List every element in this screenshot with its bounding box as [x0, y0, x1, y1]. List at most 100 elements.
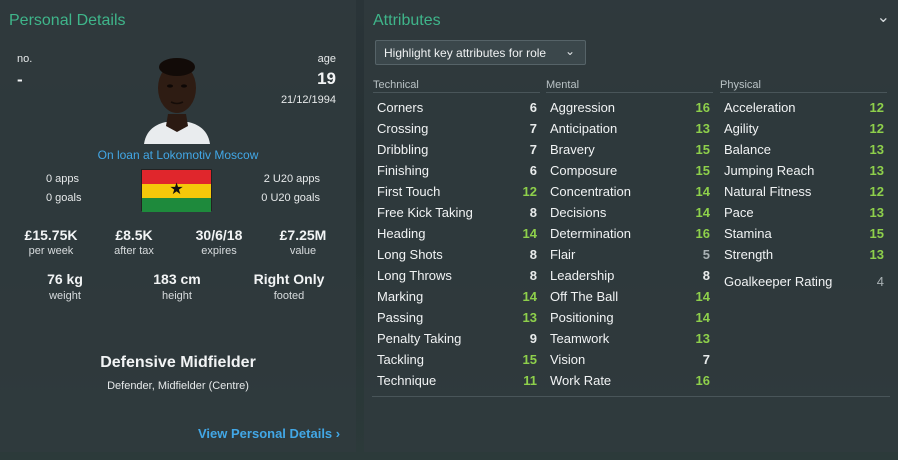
attribute-row[interactable]: Finishing 6 — [373, 160, 540, 181]
highlight-role-dropdown[interactable]: Highlight key attributes for role ⌄ — [375, 40, 586, 65]
attribute-name: Work Rate — [550, 373, 612, 388]
personal-details-panel: Personal Details no. - age 19 21/12/1994… — [0, 0, 356, 452]
attribute-row[interactable]: Balance 13 — [720, 139, 887, 160]
attribute-name: Dribbling — [377, 142, 429, 157]
attribute-row[interactable]: Aggression 16 — [546, 97, 713, 118]
view-personal-details-link[interactable]: View Personal Details › — [198, 426, 340, 441]
contract-expires-value: 30/6/18 — [195, 227, 243, 243]
attribute-row[interactable]: Long Throws 8 — [373, 265, 540, 286]
attribute-row[interactable]: First Touch 12 — [373, 181, 540, 202]
attribute-name: Crossing — [377, 121, 429, 136]
attributes-divider — [372, 396, 890, 397]
ghana-flag-icon: ★ — [141, 169, 212, 212]
chevron-down-icon: ⌄ — [564, 44, 575, 58]
date-of-birth: 21/12/1994 — [280, 94, 336, 106]
position-secondary: Defender, Midfielder (Centre) — [107, 380, 249, 392]
attribute-row[interactable]: Marking 14 — [373, 286, 540, 307]
attribute-name: Composure — [550, 163, 618, 178]
attribute-row[interactable]: Off The Ball 14 — [546, 286, 713, 307]
attribute-row[interactable]: Vision 7 — [546, 349, 713, 370]
attribute-value: 8 — [529, 205, 537, 220]
attribute-row[interactable]: Technique 11 — [373, 370, 540, 391]
attribute-name: Agility — [724, 121, 759, 136]
attributes-title: Attributes — [373, 12, 441, 29]
attribute-value: 7 — [529, 142, 537, 157]
attribute-value: 8 — [702, 268, 710, 283]
u20-apps: 2 U20 apps — [263, 173, 320, 185]
attribute-value: 15 — [869, 226, 884, 241]
attribute-value: 16 — [695, 100, 710, 115]
physical-column: Physical Acceleration 12 Agility 12 Balance 1… — [720, 79, 887, 292]
attributes-panel: Attributes ⌄ Highlight key attributes fo… — [364, 0, 898, 452]
attribute-row[interactable]: Agility 12 — [720, 118, 887, 139]
footed-label: footed — [273, 290, 305, 302]
physical-header: Physical — [720, 79, 887, 93]
attribute-value: 13 — [869, 247, 884, 262]
attribute-value: 12 — [869, 121, 884, 136]
attribute-row[interactable]: Bravery 15 — [546, 139, 713, 160]
attribute-name: Positioning — [550, 310, 614, 325]
goalkeeper-rating-value: 4 — [876, 274, 884, 289]
attribute-row[interactable]: Decisions 14 — [546, 202, 713, 223]
attribute-row[interactable]: Dribbling 7 — [373, 139, 540, 160]
attribute-row[interactable]: Stamina 15 — [720, 223, 887, 244]
chevron-right-icon: › — [335, 426, 341, 441]
attribute-row[interactable]: Jumping Reach 13 — [720, 160, 887, 181]
attribute-row[interactable]: Free Kick Taking 8 — [373, 202, 540, 223]
u20-goals: 0 U20 goals — [261, 192, 320, 204]
attribute-name: Long Shots — [377, 247, 443, 262]
footed-value: Right Only — [253, 271, 325, 287]
attribute-row[interactable]: Work Rate 16 — [546, 370, 713, 391]
attribute-row[interactable]: Concentration 14 — [546, 181, 713, 202]
attribute-value: 12 — [869, 184, 884, 199]
attribute-name: Technique — [377, 373, 437, 388]
attribute-row[interactable]: Heading 14 — [373, 223, 540, 244]
attribute-value: 12 — [869, 100, 884, 115]
attribute-value: 15 — [695, 142, 710, 157]
attribute-value: 14 — [695, 289, 710, 304]
attribute-value: 13 — [869, 163, 884, 178]
wage-value: £15.75K — [24, 227, 78, 243]
goalkeeper-rating-row[interactable]: Goalkeeper Rating 4 — [720, 271, 887, 292]
attribute-value: 15 — [695, 163, 710, 178]
player-value: £7.25M — [279, 227, 327, 243]
attribute-value: 16 — [695, 226, 710, 241]
attribute-name: Penalty Taking — [377, 331, 462, 346]
attribute-row[interactable]: Penalty Taking 9 — [373, 328, 540, 349]
attribute-value: 9 — [529, 331, 537, 346]
attribute-name: Strength — [724, 247, 774, 262]
attribute-row[interactable]: Crossing 7 — [373, 118, 540, 139]
attribute-row[interactable]: Natural Fitness 12 — [720, 181, 887, 202]
attribute-row[interactable]: Anticipation 13 — [546, 118, 713, 139]
attribute-row[interactable]: Flair 5 — [546, 244, 713, 265]
attribute-row[interactable]: Tackling 15 — [373, 349, 540, 370]
attribute-name: Corners — [377, 100, 424, 115]
attribute-row[interactable]: Composure 15 — [546, 160, 713, 181]
attribute-row[interactable]: Positioning 14 — [546, 307, 713, 328]
after-tax-value: £8.5K — [115, 227, 153, 243]
attribute-row[interactable]: Determination 16 — [546, 223, 713, 244]
attribute-row[interactable]: Teamwork 13 — [546, 328, 713, 349]
collapse-chevron-icon[interactable]: ⌄ — [877, 7, 890, 27]
attribute-row[interactable]: Strength 13 — [720, 244, 887, 265]
attribute-row[interactable]: Corners 6 — [373, 97, 540, 118]
loan-status[interactable]: On loan at Lokomotiv Moscow — [0, 148, 356, 162]
senior-goals: 0 goals — [46, 192, 82, 204]
attribute-row[interactable]: Acceleration 12 — [720, 97, 887, 118]
age-value: 19 — [317, 69, 336, 88]
attribute-value: 8 — [529, 268, 537, 283]
attribute-name: Natural Fitness — [724, 184, 812, 199]
attribute-name: Finishing — [377, 163, 430, 178]
goalkeeper-rating-label: Goalkeeper Rating — [724, 274, 833, 289]
attribute-name: Balance — [724, 142, 771, 157]
attribute-row[interactable]: Passing 13 — [373, 307, 540, 328]
attribute-row[interactable]: Long Shots 8 — [373, 244, 540, 265]
attribute-name: Tackling — [377, 352, 424, 367]
attribute-name: Leadership — [550, 268, 615, 283]
attribute-name: Off The Ball — [550, 289, 619, 304]
attribute-row[interactable]: Pace 13 — [720, 202, 887, 223]
weight-label: weight — [49, 290, 81, 302]
attribute-value: 8 — [529, 247, 537, 262]
attribute-row[interactable]: Leadership 8 — [546, 265, 713, 286]
position-main: Defensive Midfielder — [100, 354, 256, 371]
